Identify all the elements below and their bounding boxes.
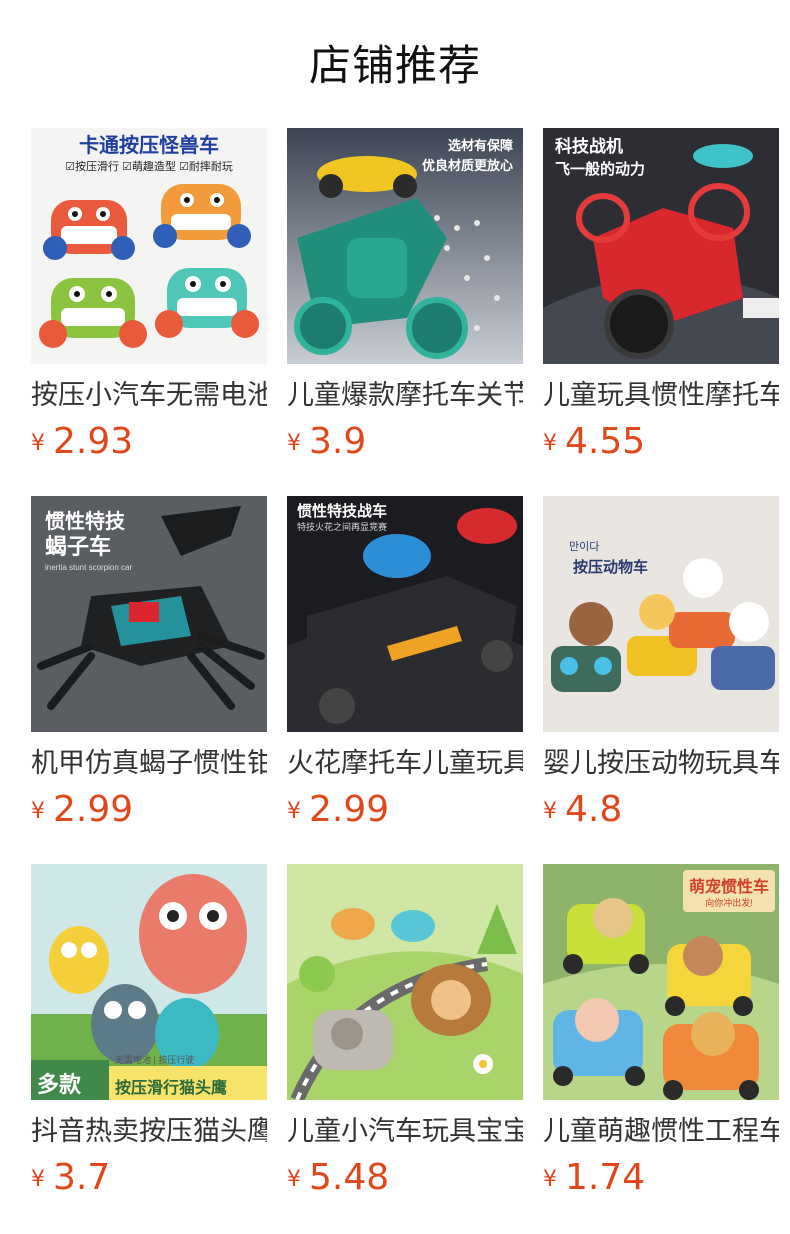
price-amount: 4.55 — [565, 421, 646, 462]
product-image[interactable]: 惯性特技战车 特技火花之间再显竞赛 — [287, 496, 523, 732]
image-banner-text: 卡通按压怪兽车 — [79, 133, 219, 157]
image-banner-subtext: 蝎子车 — [45, 534, 111, 559]
product-name[interactable]: 抖音热卖按压猫头鹰玩具 — [31, 1114, 267, 1150]
recommend-page: 店铺推荐 卡通按压怪兽车 ☑按压滑行 ☑萌趣造型 ☑耐摔耐玩 按压小汽车无需电池… — [0, 0, 790, 1234]
currency-symbol: ¥ — [543, 1167, 557, 1192]
product-card[interactable]: 惯性特技战车 特技火花之间再显竞赛 火花摩托车儿童玩具惯性 ¥2.99 — [287, 496, 523, 864]
price-amount: 5.48 — [309, 1157, 390, 1198]
product-card[interactable]: 儿童小汽车玩具宝宝惯性 ¥5.48 — [287, 864, 523, 1232]
product-card[interactable]: 多款 按压滑行猫头鹰 无需电池 | 按压行驶 抖音热卖按压猫头鹰玩具 ¥3.7 — [31, 864, 267, 1232]
image-banner-caption: inertia stunt scorpion car — [45, 563, 132, 572]
image-banner-subtext: 만이다 — [569, 540, 599, 553]
currency-symbol: ¥ — [287, 799, 301, 824]
image-banner-subtext: 向你冲出发! — [705, 897, 753, 908]
product-card[interactable]: 惯性特技 蝎子车 inertia stunt scorpion car 机甲仿真… — [31, 496, 267, 864]
image-banner-subtext: 特技火花之间再显竞赛 — [297, 521, 387, 532]
image-banner-subtext: 优良材质更放心 — [422, 158, 513, 173]
product-price: ¥5.48 — [287, 1156, 523, 1206]
product-price: ¥2.99 — [31, 788, 267, 838]
currency-symbol: ¥ — [287, 431, 301, 456]
price-amount: 2.99 — [309, 789, 390, 830]
product-name[interactable]: 火花摩托车儿童玩具惯性 — [287, 746, 523, 782]
product-price: ¥3.9 — [287, 420, 523, 470]
product-image[interactable]: 选材有保障 优良材质更放心 — [287, 128, 523, 364]
product-image[interactable]: 惯性特技 蝎子车 inertia stunt scorpion car — [31, 496, 267, 732]
product-card[interactable]: 만이다 按压动物车 婴儿按压动物玩具车可爱 ¥4.8 — [543, 496, 779, 864]
product-image[interactable]: 科技战机 飞一般的动力 — [543, 128, 779, 364]
product-name[interactable]: 婴儿按压动物玩具车可爱 — [543, 746, 779, 782]
currency-symbol: ¥ — [31, 1167, 45, 1192]
image-banner-caption: 无需电池 | 按压行驶 — [115, 1054, 194, 1065]
currency-symbol: ¥ — [543, 799, 557, 824]
price-amount: 1.74 — [565, 1157, 646, 1198]
currency-symbol: ¥ — [31, 431, 45, 456]
product-name[interactable]: 儿童玩具惯性摩托车特技 — [543, 378, 779, 414]
price-amount: 4.8 — [565, 789, 623, 830]
section-title: 店铺推荐 — [308, 41, 481, 90]
image-banner-text: 选材有保障 — [448, 138, 513, 153]
image-tags-text: ☑按压滑行 ☑萌趣造型 ☑耐摔耐玩 — [65, 159, 233, 173]
product-image[interactable]: 萌宠惯性车 向你冲出发! — [543, 864, 779, 1100]
image-banner-text: 萌宠惯性车 — [689, 877, 769, 896]
product-name[interactable]: 儿童爆款摩托车关节可动 — [287, 378, 523, 414]
product-price: ¥2.93 — [31, 420, 267, 470]
image-banner-text: 科技战机 — [555, 136, 623, 156]
currency-symbol: ¥ — [543, 431, 557, 456]
price-amount: 3.7 — [53, 1157, 111, 1198]
image-banner-text: 按压动物车 — [573, 558, 648, 576]
product-card[interactable]: 卡通按压怪兽车 ☑按压滑行 ☑萌趣造型 ☑耐摔耐玩 按压小汽车无需电池 ¥ 2.… — [31, 128, 267, 496]
product-name[interactable]: 机甲仿真蝎子惯性钳子车 — [31, 746, 267, 782]
product-name[interactable]: 儿童萌趣惯性工程车套装 — [543, 1114, 779, 1150]
product-image[interactable]: 卡通按压怪兽车 ☑按压滑行 ☑萌趣造型 ☑耐摔耐玩 — [31, 128, 267, 364]
price-amount: 2.99 — [53, 789, 134, 830]
price-amount: 2.93 — [53, 421, 134, 462]
image-banner-text: 惯性特技战车 — [297, 502, 387, 520]
product-price: ¥3.7 — [31, 1156, 267, 1206]
currency-symbol: ¥ — [31, 799, 45, 824]
currency-symbol: ¥ — [287, 1167, 301, 1192]
product-grid: 卡通按压怪兽车 ☑按压滑行 ☑萌趣造型 ☑耐摔耐玩 按压小汽车无需电池 ¥ 2.… — [31, 128, 779, 1232]
price-amount: 3.9 — [309, 421, 367, 462]
product-price: ¥1.74 — [543, 1156, 779, 1206]
image-banner-subtext: 按压滑行猫头鹰 — [115, 1078, 227, 1097]
product-image[interactable] — [287, 864, 523, 1100]
product-name[interactable]: 按压小汽车无需电池惯性车 — [31, 378, 267, 414]
image-banner-text: 多款 — [37, 1072, 82, 1097]
product-price: ¥4.55 — [543, 420, 779, 470]
image-banner-text: 惯性特技 — [45, 509, 126, 533]
product-price: ¥4.8 — [543, 788, 779, 838]
product-price: ¥2.99 — [287, 788, 523, 838]
product-card[interactable]: 科技战机 飞一般的动力 儿童玩具惯性摩托车特技 ¥4.55 — [543, 128, 779, 496]
product-card[interactable]: 选材有保障 优良材质更放心 儿童爆款摩托车关节 ¥ 3.9 — [287, 128, 523, 496]
product-name[interactable]: 儿童小汽车玩具宝宝惯性 — [287, 1114, 523, 1150]
image-banner-subtext: 飞一般的动力 — [555, 160, 645, 178]
product-image[interactable]: 多款 按压滑行猫头鹰 无需电池 | 按压行驶 — [31, 864, 267, 1100]
product-image[interactable]: 만이다 按压动物车 — [543, 496, 779, 732]
product-card[interactable]: 萌宠惯性车 向你冲出发! 儿童萌趣惯性工程车 ¥ 1.74 — [543, 864, 779, 1232]
